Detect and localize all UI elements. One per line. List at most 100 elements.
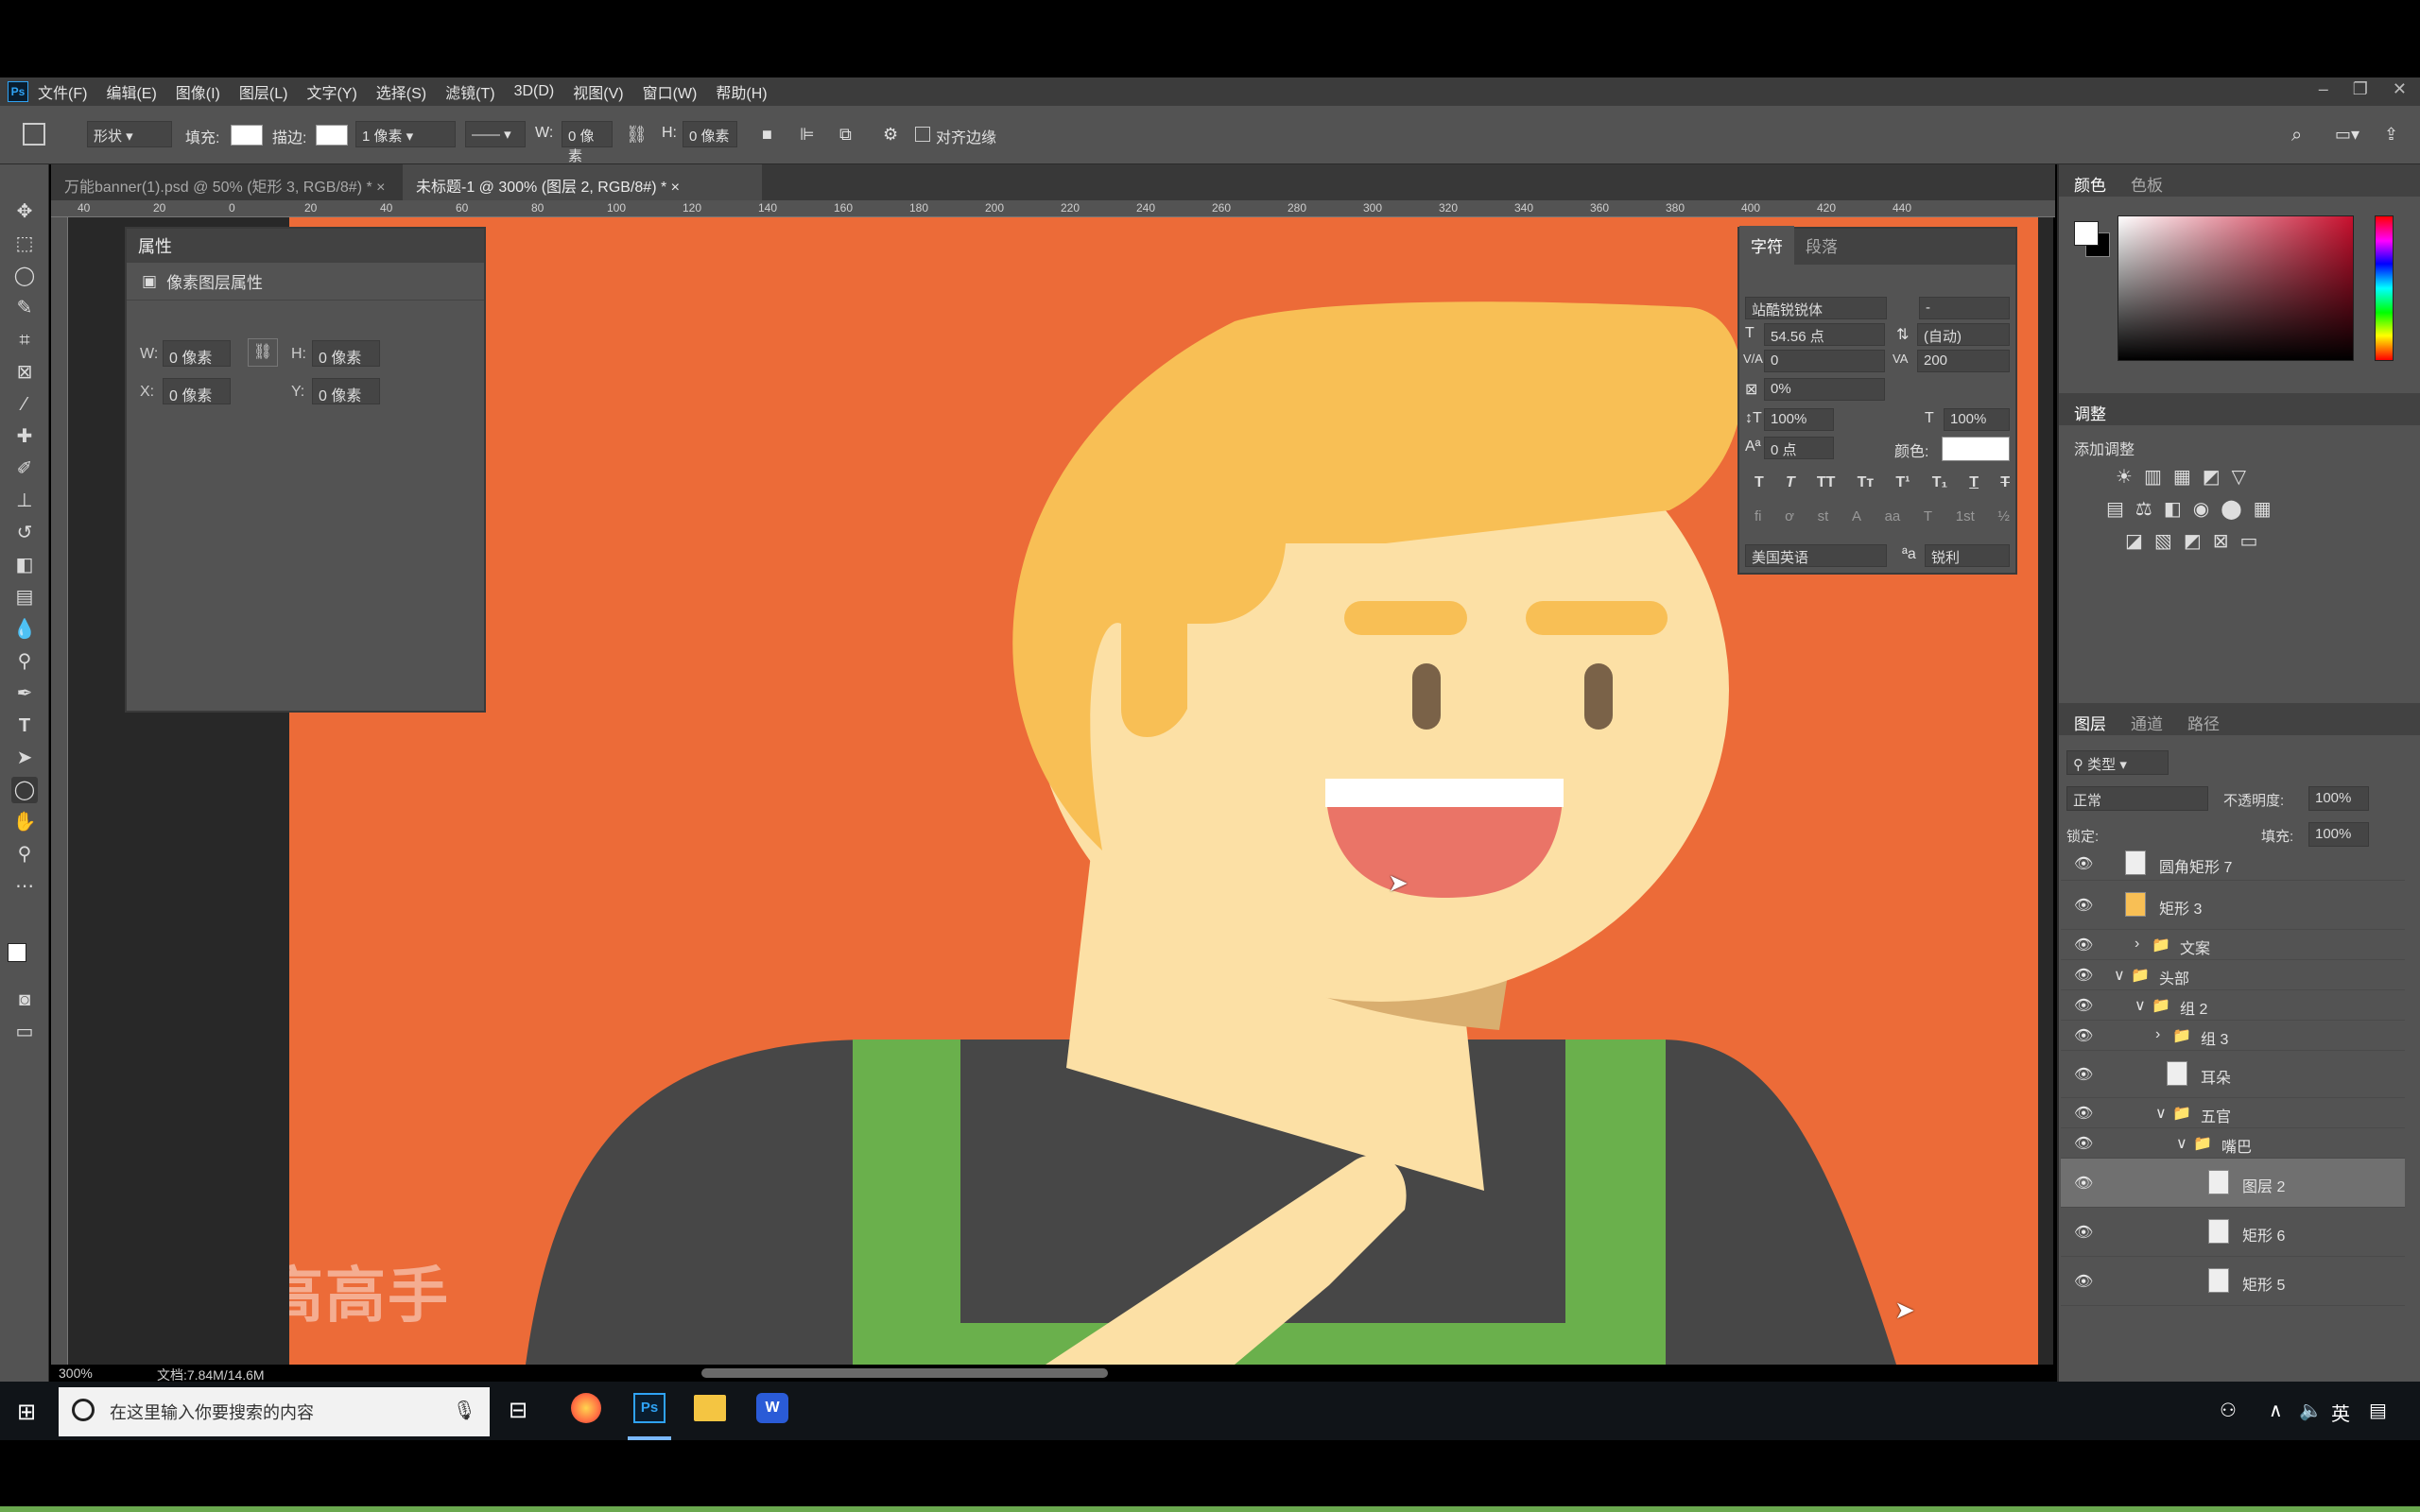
shape-mode-select[interactable]: 形状 ▾ (87, 121, 172, 147)
input-language[interactable]: 英 (2331, 1399, 2350, 1426)
visibility-eye-icon[interactable]: 👁 (2074, 854, 2093, 873)
channel-mixer-icon[interactable]: ⬤ (2221, 497, 2241, 521)
color-lookup-icon[interactable]: ▦ (2254, 497, 2272, 521)
superscript-button[interactable]: T¹ (1895, 474, 1910, 491)
menu-edit[interactable]: 编辑(E) (106, 80, 156, 103)
file-explorer-icon[interactable] (694, 1395, 726, 1421)
layer-row[interactable]: 👁 圆角矩形 7 (2061, 847, 2405, 881)
dodge-tool-icon[interactable]: ⚲ (11, 648, 38, 675)
path-arrangement-icon[interactable]: ⧉ (839, 125, 852, 145)
layer-filter-select[interactable]: ⚲ 类型 ▾ (2066, 750, 2169, 775)
prop-x-field[interactable]: 0 像素 (163, 378, 231, 404)
visibility-eye-icon[interactable]: 👁 (2074, 1026, 2093, 1045)
color-balance-icon[interactable]: ⚖ (2135, 497, 2152, 521)
type-tool-icon[interactable]: T (11, 713, 38, 739)
layer-row[interactable]: 👁 ∨ 📁 头部 (2061, 960, 2405, 990)
layer-row[interactable]: 👁 ∨ 📁 嘴巴 (2061, 1128, 2405, 1159)
titling-button[interactable]: T (1924, 508, 1932, 524)
blur-tool-icon[interactable]: 💧 (11, 616, 38, 643)
menu-help[interactable]: 帮助(H) (716, 80, 767, 103)
gear-icon[interactable]: ⚙ (883, 125, 898, 145)
stroke-type-select[interactable]: —— ▾ (465, 121, 526, 147)
menu-3d[interactable]: 3D(D) (514, 83, 555, 100)
posterize-icon[interactable]: ▧ (2154, 529, 2172, 553)
prop-h-field[interactable]: 0 像素 (312, 340, 380, 367)
link-icon[interactable]: ⛓ (248, 338, 278, 367)
tab-document-1[interactable]: 万能banner(1).psd @ 50% (矩形 3, RGB/8#) * × (51, 164, 401, 200)
people-icon[interactable]: ⚇ (2220, 1399, 2237, 1422)
visibility-eye-icon[interactable]: 👁 (2074, 936, 2093, 954)
gradient-tool-icon[interactable]: ▤ (11, 584, 38, 610)
menu-window[interactable]: 窗口(W) (643, 80, 698, 103)
threshold-icon[interactable]: ◩ (2184, 529, 2202, 553)
menu-type[interactable]: 文字(Y) (306, 80, 356, 103)
fractions-button[interactable]: ½ (1997, 508, 2010, 524)
brush-tool-icon[interactable]: ✐ (11, 455, 38, 482)
layer-row[interactable]: 👁 › 📁 文案 (2061, 930, 2405, 960)
search-icon[interactable]: ⌕ (2291, 125, 2302, 146)
horizontal-scrollbar[interactable] (701, 1368, 1108, 1378)
menu-layer[interactable]: 图层(L) (239, 80, 288, 103)
layer-row[interactable]: 👁 矩形 5 (2061, 1257, 2405, 1306)
restore-button[interactable]: ❐ (2353, 79, 2368, 99)
quick-select-tool-icon[interactable]: ✎ (11, 295, 38, 321)
chevron-up-icon[interactable]: ∧ (2269, 1399, 2283, 1422)
path-alignment-icon[interactable]: ⊫ (800, 125, 815, 145)
chevron-down-icon[interactable]: ∨ (2114, 966, 2125, 985)
tab-layers[interactable]: 图层 (2074, 711, 2106, 734)
kerning-field[interactable]: 0 (1764, 350, 1885, 372)
eraser-tool-icon[interactable]: ◧ (11, 552, 38, 578)
marquee-tool-icon[interactable]: ⬚ (11, 231, 38, 257)
chevron-down-icon[interactable]: ∨ (2155, 1104, 2167, 1123)
screen-mode-icon[interactable]: ▭ (11, 1019, 38, 1045)
workspace-icon[interactable]: ▭▾ (2335, 125, 2360, 145)
tab-color[interactable]: 颜色 (2074, 172, 2106, 196)
chevron-right-icon[interactable]: › (2135, 936, 2139, 953)
old-style-button[interactable]: ơ (1785, 508, 1794, 524)
color-field[interactable] (2118, 215, 2354, 361)
rectangle-tool-preset-icon[interactable] (23, 123, 45, 146)
font-style-select[interactable]: - (1919, 297, 2010, 319)
baseline-field[interactable]: 0 点 (1764, 437, 1834, 459)
menu-select[interactable]: 选择(S) (376, 80, 426, 103)
visibility-eye-icon[interactable]: 👁 (2074, 1174, 2093, 1193)
antialias-select[interactable]: 锐利 (1925, 544, 2010, 567)
layer-row[interactable]: 👁 图层 2 (2061, 1159, 2405, 1208)
close-icon[interactable]: × (376, 180, 385, 196)
close-button[interactable]: ✕ (2393, 79, 2407, 99)
hue-slider[interactable] (2375, 215, 2394, 361)
fill-swatch[interactable] (231, 125, 263, 146)
hue-saturation-icon[interactable]: ▤ (2106, 497, 2124, 521)
bold-button[interactable]: T (1754, 474, 1764, 491)
subscript-button[interactable]: T₁ (1932, 474, 1947, 491)
visibility-eye-icon[interactable]: 👁 (2074, 1104, 2093, 1123)
horizontal-scale-field[interactable]: 100% (1944, 408, 2010, 431)
minimize-button[interactable]: – (2319, 79, 2328, 99)
stroke-swatch[interactable] (316, 125, 348, 146)
lasso-tool-icon[interactable]: ◯ (11, 263, 38, 289)
tsume-field[interactable]: 0% (1764, 378, 1885, 401)
ellipse-tool-icon[interactable]: ◯ (11, 777, 38, 803)
blend-mode-select[interactable]: 正常 (2066, 786, 2208, 811)
black-white-icon[interactable]: ◧ (2164, 497, 2182, 521)
italic-button[interactable]: T (1786, 474, 1795, 491)
visibility-eye-icon[interactable]: 👁 (2074, 1065, 2093, 1084)
foreground-color-swatch[interactable] (8, 943, 26, 962)
stamp-tool-icon[interactable]: ⊥ (11, 488, 38, 514)
pen-tool-icon[interactable]: ✒ (11, 680, 38, 707)
chevron-right-icon[interactable]: › (2155, 1026, 2160, 1043)
vertical-scale-field[interactable]: 100% (1764, 408, 1834, 431)
gradient-map-icon[interactable]: ▭ (2239, 529, 2257, 553)
ligature-button[interactable]: fi (1754, 508, 1762, 524)
opacity-field[interactable]: 100% (2308, 786, 2369, 811)
path-select-tool-icon[interactable]: ➤ (11, 745, 38, 771)
chevron-down-icon[interactable]: ∨ (2176, 1134, 2187, 1153)
prop-y-field[interactable]: 0 像素 (312, 378, 380, 404)
small-caps-button[interactable]: Tт (1858, 474, 1875, 491)
crop-tool-icon[interactable]: ⌗ (11, 327, 38, 353)
firefox-icon[interactable] (571, 1393, 601, 1423)
share-icon[interactable]: ⇪ (2384, 125, 2398, 145)
strikethrough-button[interactable]: T (2000, 474, 2010, 491)
w-field[interactable]: 0 像素 (562, 121, 613, 164)
layer-row[interactable]: 👁 矩形 3 (2061, 881, 2405, 930)
